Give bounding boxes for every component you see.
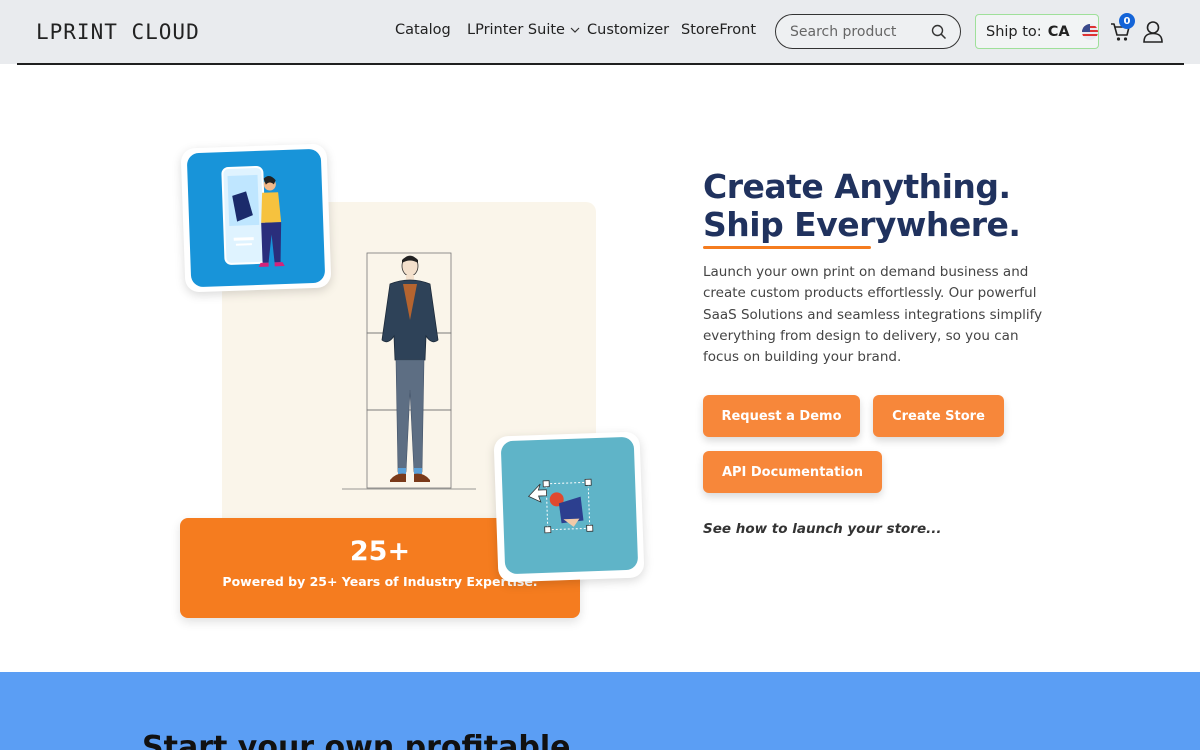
businessman-illustration (342, 252, 476, 490)
hero-headline-line2: Ship Everywhere. (703, 205, 1021, 244)
nav-storefront[interactable]: StoreFront (681, 22, 756, 38)
search-input[interactable] (790, 22, 930, 42)
site-header: LPRINT CLOUD Catalog LPrinter Suite Cust… (0, 0, 1200, 64)
search-box (775, 14, 961, 49)
ship-to-label: Ship to: (986, 23, 1042, 40)
search-icon[interactable] (931, 24, 947, 40)
user-account-icon[interactable] (1142, 20, 1164, 44)
profit-section: Start your own profitable (0, 672, 1200, 750)
profit-section-title: Start your own profitable (142, 730, 571, 750)
chevron-down-icon (570, 27, 580, 33)
api-documentation-button[interactable]: API Documentation (703, 451, 882, 493)
design-editor-illustration (500, 436, 639, 575)
nav-lprinter-suite[interactable]: LPrinter Suite (467, 22, 581, 38)
hero-description: Launch your own print on demand business… (703, 264, 1043, 366)
ship-to-selector[interactable]: Ship to: CA (975, 14, 1099, 49)
phone-shopping-illustration (186, 148, 326, 288)
nav-customizer[interactable]: Customizer (587, 22, 669, 38)
create-store-button[interactable]: Create Store (873, 395, 1004, 437)
phone-shopping-card (180, 143, 332, 293)
headline-underline (703, 246, 871, 249)
request-demo-button[interactable]: Request a Demo (703, 395, 860, 437)
hero-headline-line1: Create Anything. (703, 167, 1011, 206)
hero-headline: Create Anything. Ship Everywhere. (703, 167, 1021, 244)
ship-to-country-code: CA (1047, 23, 1070, 40)
flag-icon (1081, 23, 1098, 40)
nav-catalog[interactable]: Catalog (395, 22, 451, 38)
header-divider (17, 63, 1184, 65)
nav-lprinter-suite-label: LPrinter Suite (467, 22, 565, 38)
site-logo[interactable]: LPRINT CLOUD (36, 20, 200, 44)
see-how-link[interactable]: See how to launch your store... (703, 521, 942, 537)
design-editor-card (493, 431, 645, 583)
cart-count-badge: 0 (1119, 13, 1135, 29)
